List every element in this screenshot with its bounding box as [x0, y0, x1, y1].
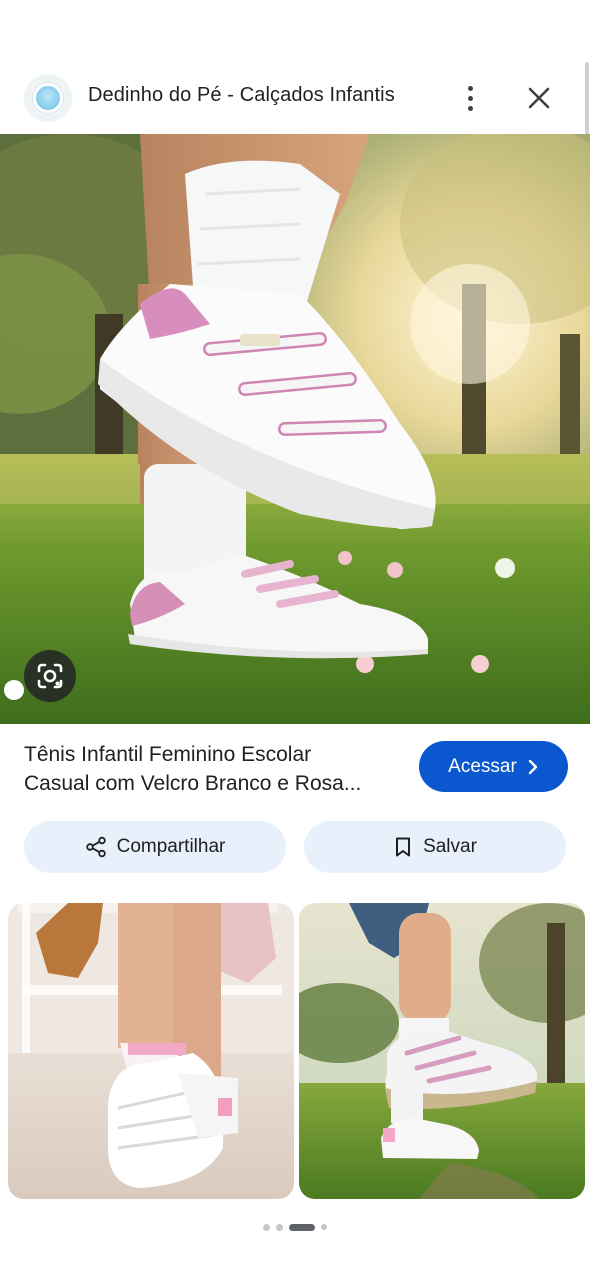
product-title-line-2: Casual com Velcro Branco e Rosa... — [24, 772, 362, 795]
product-image[interactable] — [0, 134, 590, 724]
share-button-label: Compartilhar — [116, 836, 226, 857]
pagination-dot[interactable] — [263, 1223, 270, 1231]
chevron-right-icon — [528, 759, 538, 774]
pagination-dot-active[interactable] — [289, 1223, 315, 1231]
google-lens-icon[interactable] — [24, 650, 76, 702]
bookmark-icon — [396, 837, 411, 857]
site-title[interactable]: Dedinho do Pé - Calçados Infantis — [88, 84, 395, 107]
pagination-dot[interactable] — [321, 1224, 327, 1230]
related-image-2[interactable] — [299, 903, 585, 1199]
visit-button-label: Acessar — [448, 755, 517, 777]
share-icon — [85, 836, 106, 858]
product-title[interactable]: Tênis Infantil Feminino Escolar Casual c… — [24, 740, 404, 798]
share-button[interactable]: Compartilhar — [24, 821, 286, 873]
source-header: Dedinho do Pé - Calçados Infantis — [0, 70, 590, 126]
related-image-1[interactable] — [8, 903, 294, 1199]
site-logo-icon[interactable] — [24, 74, 72, 122]
more-vert-icon[interactable] — [456, 80, 484, 116]
close-icon[interactable] — [522, 80, 556, 116]
save-button[interactable]: Salvar — [304, 821, 566, 873]
visit-button[interactable]: Acessar — [419, 741, 568, 792]
pagination-dot[interactable] — [276, 1223, 283, 1231]
pagination-dots — [0, 1222, 590, 1232]
save-button-label: Salvar — [423, 836, 477, 857]
product-title-line-1: Tênis Infantil Feminino Escolar — [24, 743, 312, 766]
